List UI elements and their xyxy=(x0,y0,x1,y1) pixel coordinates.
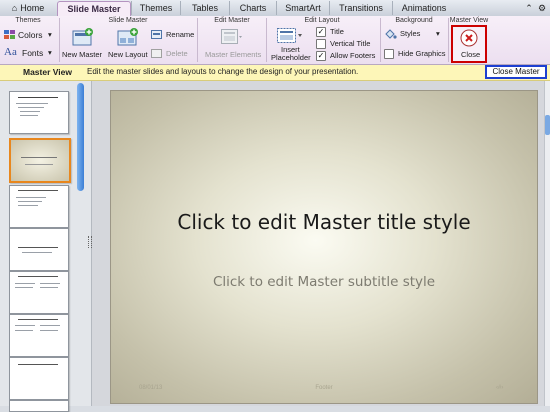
master-title-placeholder[interactable]: Click to edit Master title style xyxy=(111,210,537,234)
fonts-icon: Aa xyxy=(4,46,17,58)
new-master-icon xyxy=(72,28,93,46)
thumbnail-layout-8[interactable] xyxy=(9,400,69,412)
group-divider xyxy=(448,18,449,62)
title-checkbox[interactable]: ✓ Title xyxy=(316,27,376,38)
tab-smartart[interactable]: SmartArt xyxy=(276,1,329,15)
group-divider xyxy=(197,18,198,62)
group-title-themes: Themes xyxy=(15,17,41,24)
tab-themes[interactable]: Themes xyxy=(131,1,180,15)
info-bar-message: Edit the master slides and layouts to ch… xyxy=(87,67,359,76)
fonts-button[interactable]: Aa Fonts ▾ xyxy=(4,46,58,60)
delete-button[interactable]: Delete xyxy=(151,48,195,60)
tab-slide-master[interactable]: Slide Master xyxy=(57,1,131,16)
delete-icon xyxy=(151,49,162,58)
checkbox-checked: ✓ xyxy=(316,27,326,37)
allow-footers-checkbox[interactable]: ✓ Allow Footers xyxy=(316,51,378,62)
thumbnail-title-layout[interactable] xyxy=(9,138,71,183)
rename-icon xyxy=(151,30,162,39)
group-divider xyxy=(59,18,60,62)
thumbnail-layout-5[interactable] xyxy=(9,271,69,314)
thumbnail-layout-6[interactable] xyxy=(9,314,69,357)
thumbnail-layout-3[interactable] xyxy=(9,185,69,228)
master-slide-canvas[interactable]: Click to edit Master title style Click t… xyxy=(110,90,538,404)
ribbon: Themes Colors ▾ Aa Fonts ▾ Slide Master … xyxy=(0,16,550,65)
new-layout-button[interactable]: New Layout xyxy=(107,26,149,62)
main-scrollbar[interactable] xyxy=(544,81,550,406)
insert-placeholder-button[interactable]: Insert Placeholder xyxy=(270,26,312,64)
hide-graphics-checkbox[interactable]: Hide Graphics xyxy=(384,49,448,60)
home-icon: ⌂ xyxy=(11,3,18,13)
master-subtitle-placeholder[interactable]: Click to edit Master subtitle style xyxy=(111,274,537,290)
collapse-ribbon-icon[interactable]: ⌃ xyxy=(523,1,535,15)
gear-icon[interactable]: ⚙ xyxy=(536,1,548,15)
group-divider xyxy=(380,18,381,62)
checkbox-unchecked xyxy=(384,49,394,59)
tab-animations[interactable]: Animations xyxy=(392,1,455,15)
close-icon xyxy=(460,29,478,47)
tab-home[interactable]: ⌂ Home xyxy=(2,1,54,15)
chevron-down-icon: ▾ xyxy=(48,30,52,39)
checkbox-checked: ✓ xyxy=(316,51,326,61)
group-title-edit-layout: Edit Layout xyxy=(304,17,340,24)
group-title-background: Background xyxy=(395,17,433,24)
thumbnail-layout-7[interactable] xyxy=(9,357,69,400)
master-elements-button[interactable]: Master Elements xyxy=(201,26,263,62)
group-title-slide-master: Slide Master xyxy=(108,17,148,24)
group-title-master-view: Master View xyxy=(449,17,489,24)
group-divider xyxy=(266,18,267,62)
paint-bucket-icon xyxy=(385,29,397,39)
new-master-button[interactable]: New Master xyxy=(62,26,104,62)
rename-button[interactable]: Rename xyxy=(151,29,195,41)
chevron-down-icon: ▾ xyxy=(436,29,440,38)
checkbox-unchecked xyxy=(316,39,326,49)
footer-placeholder[interactable]: Footer xyxy=(111,385,537,391)
close-master-button[interactable]: Close Master xyxy=(485,65,547,79)
master-elements-icon xyxy=(221,29,242,44)
master-view-info-bar: Master View Edit the master slides and l… xyxy=(0,65,550,81)
colors-icon xyxy=(4,30,15,39)
info-bar-title: Master View xyxy=(23,67,72,77)
thumbnail-scrollbar[interactable] xyxy=(77,83,84,191)
colors-button[interactable]: Colors ▾ xyxy=(4,29,58,41)
slide-number-placeholder[interactable]: ‹#› xyxy=(496,385,503,391)
ribbon-tab-bar: ⌂ Home Slide Master Themes Tables Charts … xyxy=(0,0,550,17)
styles-button[interactable]: Styles ▾ xyxy=(384,28,444,41)
close-master-view-button[interactable]: Close xyxy=(451,25,487,63)
thumbnail-slide-master[interactable] xyxy=(9,91,69,134)
chevron-down-icon: ▾ xyxy=(48,48,52,57)
new-layout-icon xyxy=(117,28,138,46)
tab-tables[interactable]: Tables xyxy=(180,1,229,15)
insert-placeholder-icon xyxy=(277,28,302,43)
thumbnail-layout-4[interactable] xyxy=(9,228,69,271)
tab-transitions[interactable]: Transitions xyxy=(329,1,392,15)
vertical-title-checkbox[interactable]: Vertical Title xyxy=(316,39,378,50)
group-title-edit-master: Edit Master xyxy=(214,17,250,24)
tab-charts[interactable]: Charts xyxy=(229,1,276,15)
main-scroll-thumb[interactable] xyxy=(545,115,550,135)
